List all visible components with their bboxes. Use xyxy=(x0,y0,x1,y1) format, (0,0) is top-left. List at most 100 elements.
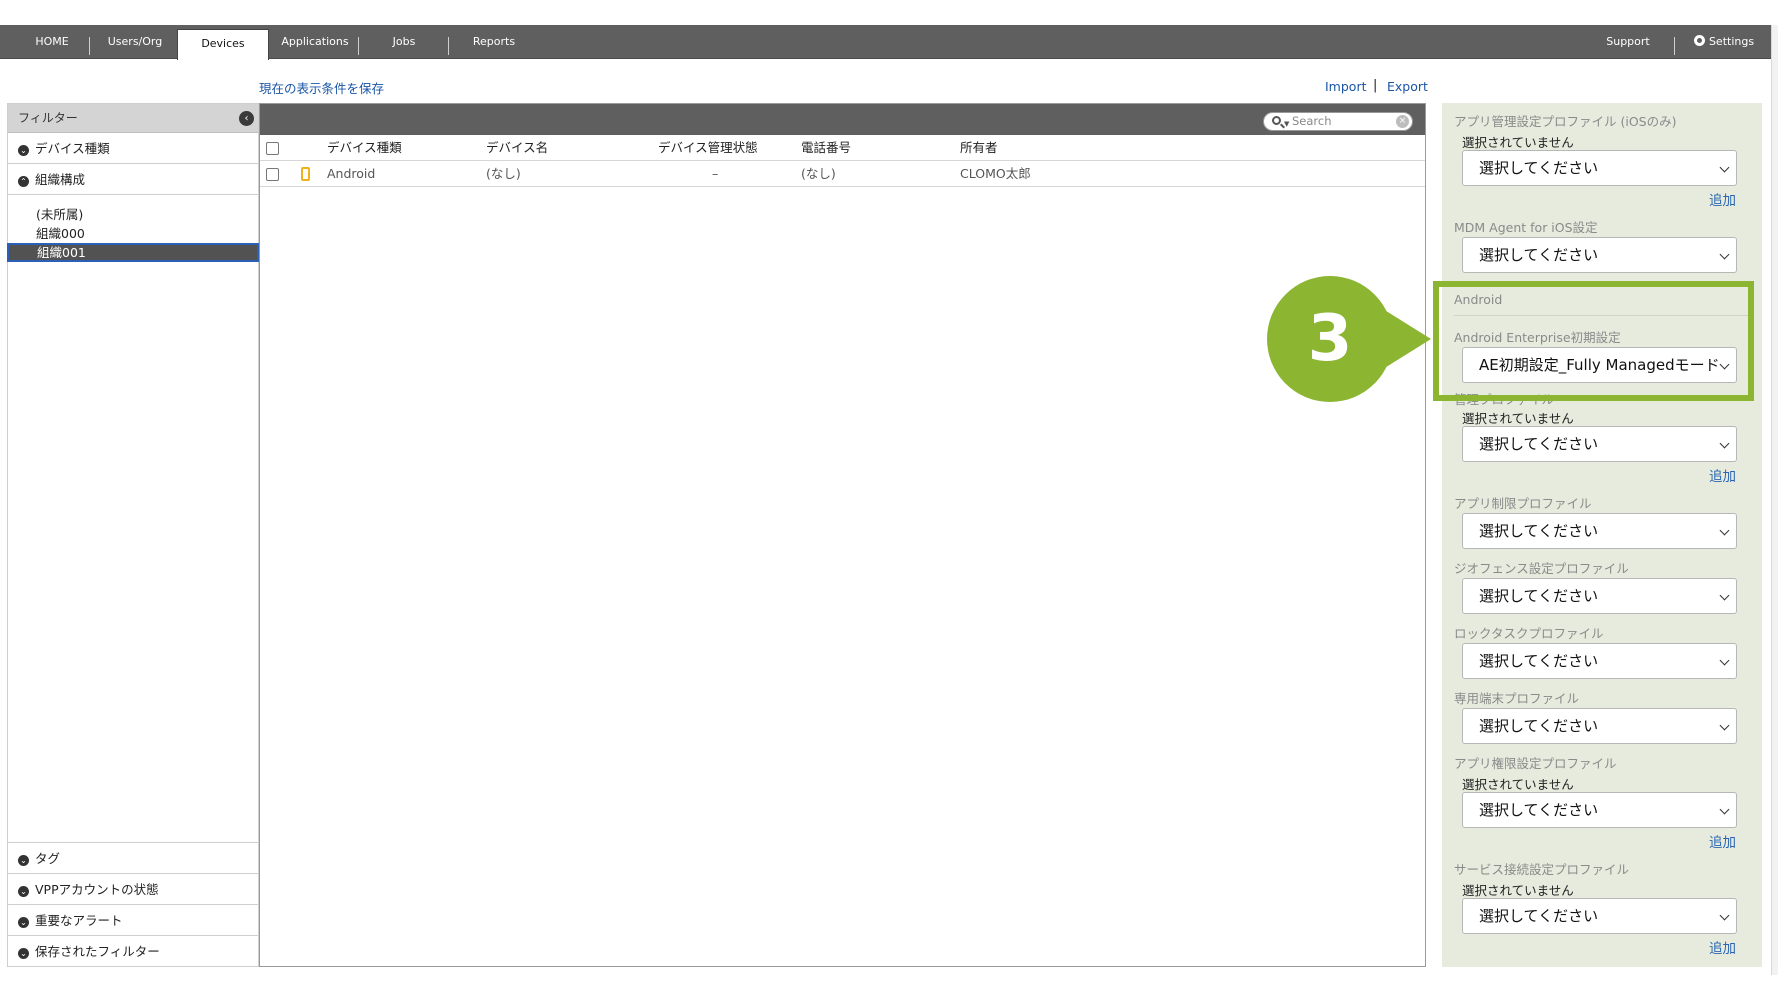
tab-divider xyxy=(89,37,90,55)
export-link[interactable]: Export xyxy=(1387,79,1428,94)
tab-home[interactable]: HOME xyxy=(12,25,92,59)
cell-owner: CLOMO太郎 xyxy=(960,166,1031,181)
tab-applications[interactable]: Applications xyxy=(272,25,358,59)
filter-bottom-sections: ⌄ タグ ⌄ VPPアカウントの状態 ⌄ 重要なアラート ⌄ 保存されたフィルター xyxy=(8,842,258,966)
dedicated-device-label: 専用端末プロファイル xyxy=(1454,691,1580,706)
app-restrict-label: アプリ制限プロファイル xyxy=(1454,496,1592,511)
filter-section-label: デバイス種類 xyxy=(35,141,110,156)
clear-icon[interactable]: × xyxy=(1396,115,1409,128)
select-value: 選択してください xyxy=(1479,717,1599,735)
not-selected-text: 選択されていません xyxy=(1462,135,1574,150)
chevron-down-icon xyxy=(1719,720,1730,731)
gear-icon xyxy=(1693,35,1705,46)
app-mgmt-profile-select[interactable]: 選択してください xyxy=(1462,150,1737,186)
add-link[interactable]: 追加 xyxy=(1709,465,1736,485)
org-item-000[interactable]: 組織000 xyxy=(8,224,258,243)
column-header-device-name[interactable]: デバイス名 xyxy=(486,135,548,161)
cell-device-type: Android xyxy=(327,166,376,181)
scrollbar[interactable] xyxy=(1771,25,1778,975)
support-link[interactable]: Support xyxy=(1595,25,1661,59)
chevron-down-icon xyxy=(1719,525,1730,536)
filter-section-saved[interactable]: ⌄ 保存されたフィルター xyxy=(8,935,258,966)
select-value: 選択してください xyxy=(1479,246,1599,264)
settings-label: Settings xyxy=(1708,35,1755,48)
row-checkbox[interactable] xyxy=(266,168,279,181)
column-header-phone[interactable]: 電話番号 xyxy=(801,135,851,161)
app-mgmt-profile-label: アプリ管理設定プロファイル (iOSのみ) xyxy=(1454,114,1677,129)
chevron-down-icon: ⌄ xyxy=(18,886,29,897)
search-input[interactable]: ▼ Search × xyxy=(1263,112,1413,131)
filter-section-label: 重要なアラート xyxy=(35,913,123,928)
add-link[interactable]: 追加 xyxy=(1709,831,1736,851)
table-row[interactable]: Android (なし) – (なし) CLOMO太郎 xyxy=(260,161,1425,187)
chevron-down-icon xyxy=(1719,910,1730,921)
select-value: 選択してください xyxy=(1479,435,1599,453)
chevron-down-icon xyxy=(1719,655,1730,666)
filter-section-label: 保存されたフィルター xyxy=(35,944,160,959)
app-permission-label: アプリ権限設定プロファイル xyxy=(1454,756,1617,771)
profile-settings-panel: アプリ管理設定プロファイル (iOSのみ) 選択されていません 選択してください… xyxy=(1442,103,1762,967)
dedicated-device-select[interactable]: 選択してください xyxy=(1462,708,1737,744)
filter-section-alerts[interactable]: ⌄ 重要なアラート xyxy=(8,904,258,935)
select-all-checkbox[interactable] xyxy=(266,142,279,155)
filter-section-device-type[interactable]: ⌄ デバイス種類 xyxy=(8,133,258,164)
column-header-device-type[interactable]: デバイス種類 xyxy=(327,135,402,161)
app-permission-select[interactable]: 選択してください xyxy=(1462,792,1737,828)
save-view-link[interactable]: 現在の表示条件を保存 xyxy=(259,78,384,97)
geofence-label: ジオフェンス設定プロファイル xyxy=(1454,561,1629,576)
chevron-down-icon xyxy=(1719,249,1730,260)
tab-reports[interactable]: Reports xyxy=(452,25,536,59)
chevron-down-icon: ⌄ xyxy=(18,855,29,866)
filter-section-label: VPPアカウントの状態 xyxy=(35,882,159,897)
cell-management-status: – xyxy=(712,166,719,181)
filter-section-vpp[interactable]: ⌄ VPPアカウントの状態 xyxy=(8,873,258,904)
mgmt-profile-select[interactable]: 選択してください xyxy=(1462,426,1737,462)
tab-jobs[interactable]: Jobs xyxy=(362,25,446,59)
org-tree: (未所属) 組織000 組織001 xyxy=(7,195,259,262)
search-placeholder: Search xyxy=(1292,114,1332,128)
filter-sidebar: フィルター ‹ ⌄ デバイス種類 ⌃ 組織構成 (未所属) 組織000 組織001 … xyxy=(7,103,259,967)
chevron-down-icon: ⌄ xyxy=(18,948,29,959)
search-dropdown-icon: ▼ xyxy=(1284,120,1290,128)
select-value: 選択してください xyxy=(1479,652,1599,670)
highlight-frame xyxy=(1433,281,1754,401)
cell-phone: (なし) xyxy=(801,166,836,181)
collapse-icon[interactable]: ‹ xyxy=(239,111,254,126)
not-selected-text: 選択されていません xyxy=(1462,883,1574,898)
geofence-select[interactable]: 選択してください xyxy=(1462,578,1737,614)
table-header: デバイス種類 デバイス名 デバイス管理状態 電話番号 所有者 xyxy=(260,135,1425,161)
column-header-management-status[interactable]: デバイス管理状態 xyxy=(658,135,758,161)
filter-title: フィルター xyxy=(18,111,78,125)
service-connection-select[interactable]: 選択してください xyxy=(1462,898,1737,934)
select-value: 選択してください xyxy=(1479,159,1599,177)
tab-divider xyxy=(358,37,359,55)
chevron-down-icon xyxy=(1719,162,1730,173)
org-item-unassigned[interactable]: (未所属) xyxy=(8,205,258,224)
import-export-separator: | xyxy=(1373,78,1378,93)
chevron-down-icon xyxy=(1719,804,1730,815)
step-number-badge: 3 xyxy=(1267,276,1393,402)
settings-link[interactable]: Settings xyxy=(1684,25,1764,59)
import-link[interactable]: Import xyxy=(1325,79,1367,94)
tab-users-org[interactable]: Users/Org xyxy=(92,25,178,59)
tab-devices[interactable]: Devices xyxy=(177,29,269,60)
locktask-select[interactable]: 選択してください xyxy=(1462,643,1737,679)
column-header-owner[interactable]: 所有者 xyxy=(960,135,998,161)
tab-divider xyxy=(448,37,449,55)
app-restrict-select[interactable]: 選択してください xyxy=(1462,513,1737,549)
device-table-panel: ▼ Search × デバイス種類 デバイス名 デバイス管理状態 電話番号 所有… xyxy=(259,103,1426,967)
mdm-agent-select[interactable]: 選択してください xyxy=(1462,237,1737,273)
filter-section-org[interactable]: ⌃ 組織構成 xyxy=(8,164,258,195)
chevron-down-icon xyxy=(1719,590,1730,601)
select-value: 選択してください xyxy=(1479,522,1599,540)
filter-header: フィルター ‹ xyxy=(8,104,258,133)
filter-section-label: タグ xyxy=(35,851,61,866)
add-link[interactable]: 追加 xyxy=(1709,189,1736,209)
service-connection-label: サービス接続設定プロファイル xyxy=(1454,862,1630,877)
filter-section-tag[interactable]: ⌄ タグ xyxy=(8,842,258,873)
top-navigation: HOME Users/Org Devices Applications Jobs… xyxy=(0,25,1778,60)
select-value: 選択してください xyxy=(1479,907,1599,925)
add-link[interactable]: 追加 xyxy=(1709,937,1736,957)
table-toolbar: ▼ Search × xyxy=(260,104,1425,135)
org-item-001[interactable]: 組織001 xyxy=(7,243,259,262)
